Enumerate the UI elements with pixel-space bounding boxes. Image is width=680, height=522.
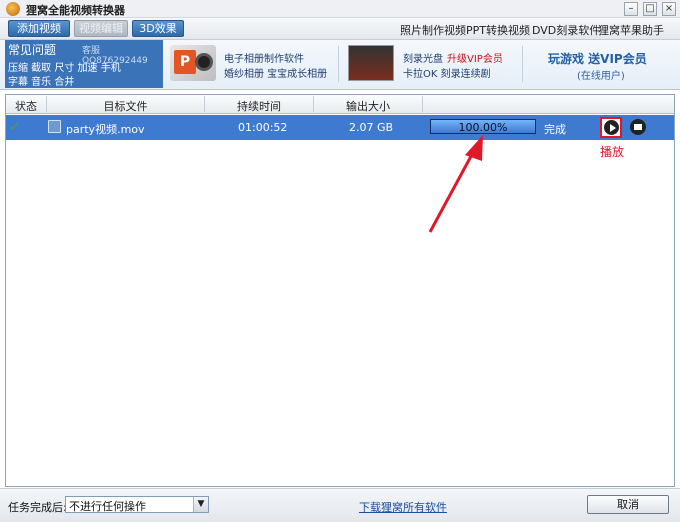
promo-burn-disc[interactable]: 刻录光盘 [403, 50, 443, 65]
task-table: 状态 目标文件 持续时间 输出大小 ✓ party视频.mov 01:00:52… [5, 94, 675, 487]
toolbar: 添加视频 视频编辑 3D效果 照片制作视频 PPT转换视频 DVD刻录软件 狸窝… [0, 18, 680, 40]
link-photo-to-video[interactable]: 照片制作视频 [400, 22, 466, 38]
close-icon[interactable]: × [662, 2, 676, 16]
promo-banner: 常见问题 客服QQ876292449 压缩 截取 尺寸 加速 手机 字幕 音乐 … [0, 40, 680, 90]
title-bar: 狸窝全能视频转换器 – □ × [0, 0, 680, 18]
after-complete-label: 任务完成后: [8, 501, 67, 514]
edit-video-button[interactable]: 视频编辑 [74, 20, 128, 37]
annotation-arrow-head [465, 135, 483, 161]
faq-links-line1[interactable]: 压缩 截取 尺寸 加速 手机 [8, 59, 121, 74]
link-apple-helper[interactable]: 狸窝苹果助手 [598, 22, 664, 38]
select-value: 不进行任何操作 [69, 500, 146, 513]
promo-online-users: (在线用户) [577, 71, 625, 82]
maximize-icon[interactable]: □ [643, 2, 657, 16]
faq-panel: 常见问题 客服QQ876292449 压缩 截取 尺寸 加速 手机 字幕 音乐 … [5, 40, 163, 88]
minimize-icon[interactable]: – [624, 2, 638, 16]
download-all-link[interactable]: 下载狸窝所有软件 [359, 499, 447, 515]
faq-links-line2[interactable]: 字幕 音乐 合并 [8, 73, 74, 88]
dvd-promo-icon[interactable] [348, 45, 394, 81]
link-ppt-to-video[interactable]: PPT转换视频 [466, 22, 530, 38]
promo-album-software[interactable]: 电子相册制作软件 [224, 50, 304, 65]
app-logo-icon [6, 2, 20, 16]
cancel-button[interactable]: 取消 [587, 495, 669, 514]
promo-vip-upgrade[interactable]: 升级VIP会员 [447, 50, 503, 65]
divider [338, 46, 339, 82]
chevron-down-icon[interactable]: ▼ [193, 497, 208, 512]
divider [522, 46, 523, 82]
promo-album-types[interactable]: 婚纱相册 宝宝成长相册 [224, 65, 327, 80]
add-video-button[interactable]: 添加视频 [8, 20, 70, 37]
promo-game-vip[interactable]: 玩游戏 送VIP会员 [548, 50, 647, 67]
window-title: 狸窝全能视频转换器 [26, 4, 125, 17]
bottom-bar: 任务完成后: 不进行任何操作 ▼ 下载狸窝所有软件 取消 [0, 488, 680, 522]
annotation-arrow [428, 135, 483, 233]
3d-effect-button[interactable]: 3D效果 [132, 20, 184, 37]
photo-album-promo-icon[interactable]: P [170, 45, 216, 81]
faq-title[interactable]: 常见问题 [8, 41, 56, 58]
promo-karaoke[interactable]: 卡拉OK 刻录连续剧 [403, 65, 491, 80]
link-dvd-burn[interactable]: DVD刻录软件 [532, 22, 600, 38]
annotation-arrow-line [428, 146, 478, 233]
after-complete-select[interactable]: 不进行任何操作 ▼ [65, 496, 209, 513]
